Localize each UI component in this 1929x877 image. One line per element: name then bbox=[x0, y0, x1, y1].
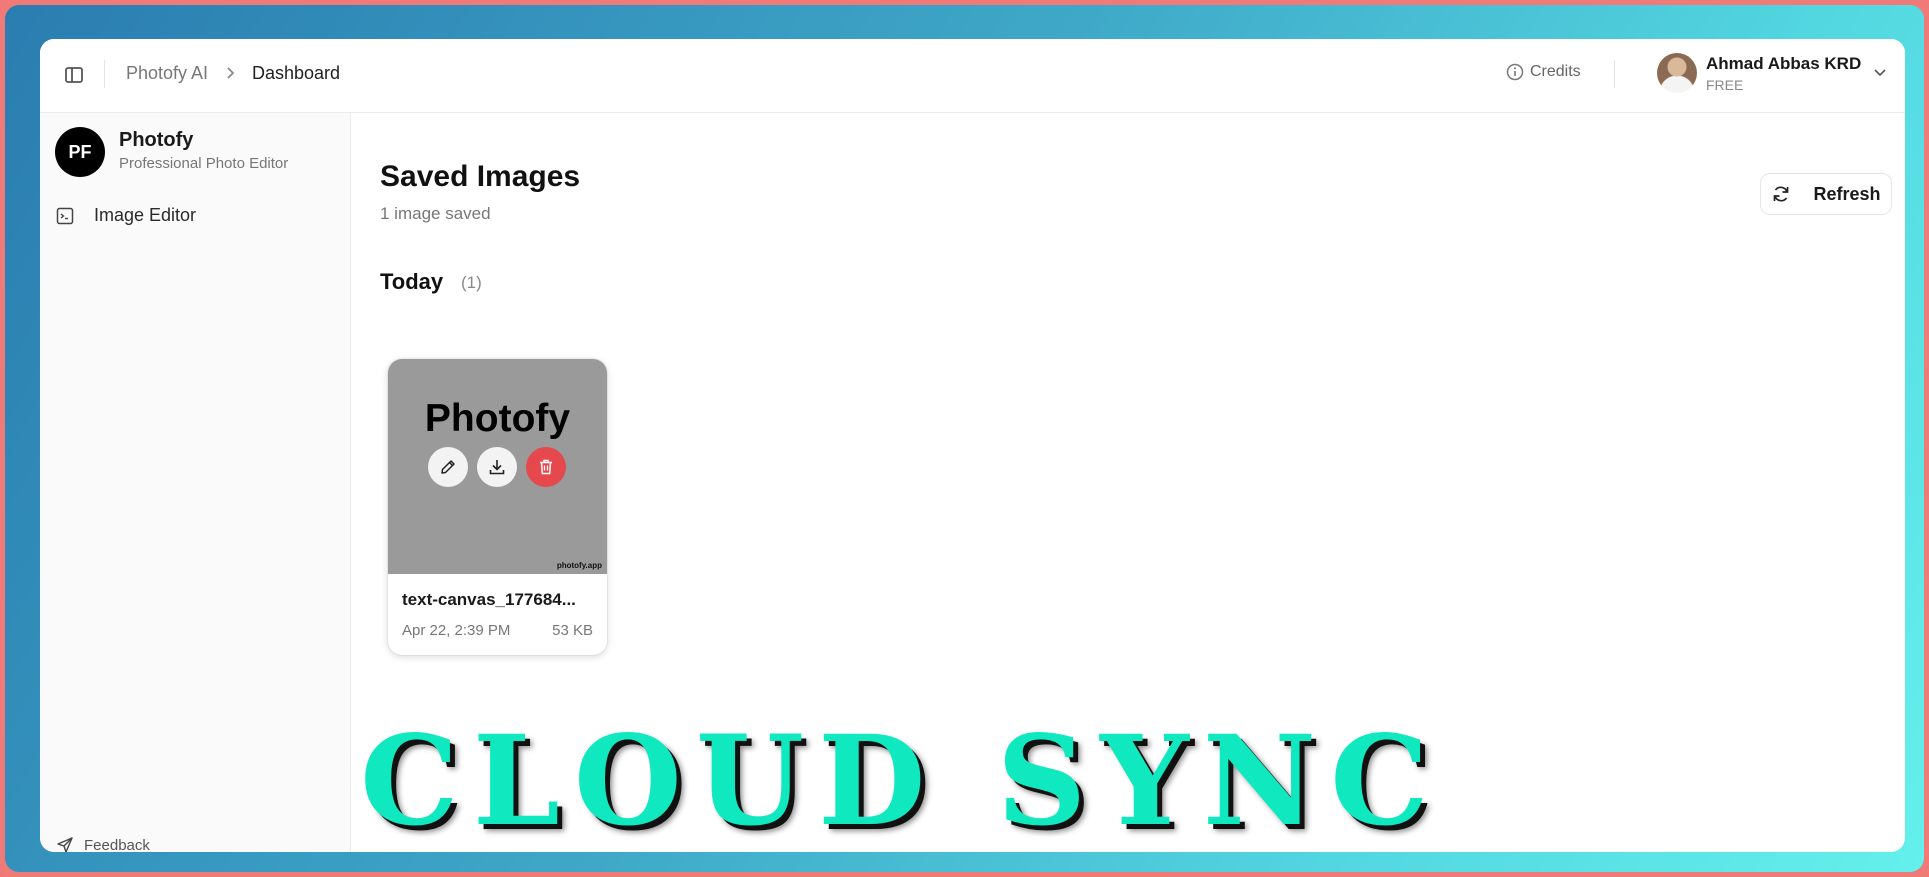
avatar[interactable] bbox=[1657, 53, 1697, 93]
top-bar: Photofy AI Dashboard Credits Ahmad Abbas… bbox=[40, 39, 1905, 113]
brand-subtitle: Professional Photo Editor bbox=[119, 155, 289, 172]
divider bbox=[104, 60, 105, 88]
file-size: 53 KB bbox=[552, 622, 593, 639]
download-button[interactable] bbox=[477, 447, 517, 487]
file-name: text-canvas_177684... bbox=[402, 590, 576, 609]
refresh-button[interactable]: Refresh bbox=[1760, 173, 1892, 215]
sidebar: PF Photofy Professional Photo Editor Ima… bbox=[40, 113, 351, 852]
sidebar-item-label: Image Editor bbox=[94, 205, 197, 225]
feedback-label: Feedback bbox=[84, 836, 150, 853]
refresh-label: Refresh bbox=[1813, 183, 1881, 204]
chevron-down-icon[interactable] bbox=[1872, 64, 1888, 80]
image-card[interactable]: Photofy photofy.app text-canvas_177684..… bbox=[388, 359, 607, 655]
sidebar-item-image-editor[interactable]: Image Editor bbox=[56, 205, 196, 226]
file-date: Apr 22, 2:39 PM bbox=[402, 622, 511, 639]
image-thumbnail[interactable]: Photofy photofy.app bbox=[388, 359, 607, 574]
watermark: photofy.app bbox=[556, 561, 602, 570]
image-editor-icon bbox=[56, 207, 74, 224]
user-plan: FREE bbox=[1706, 77, 1744, 93]
user-name: Ahmad Abbas KRD bbox=[1706, 54, 1862, 73]
page-subtitle: 1 image saved bbox=[380, 204, 491, 223]
sidebar-toggle-icon[interactable] bbox=[64, 65, 84, 85]
brand-logo: PF bbox=[55, 127, 105, 177]
promo-overlay-text: CLOUD SYNC bbox=[360, 709, 1443, 854]
feedback-button[interactable]: Feedback bbox=[56, 836, 150, 852]
credits-button[interactable]: Credits bbox=[1506, 63, 1581, 81]
group-title: Today bbox=[380, 269, 444, 294]
credits-label: Credits bbox=[1530, 63, 1581, 80]
info-icon bbox=[1506, 63, 1524, 81]
divider bbox=[1614, 60, 1615, 88]
delete-button[interactable] bbox=[526, 447, 566, 487]
trash-icon bbox=[540, 459, 552, 475]
group-count: (1) bbox=[461, 273, 482, 292]
breadcrumb-current: Dashboard bbox=[252, 63, 341, 83]
edit-button[interactable] bbox=[428, 447, 468, 487]
brand-name: Photofy bbox=[119, 129, 194, 151]
breadcrumb-root[interactable]: Photofy AI bbox=[126, 63, 208, 84]
chevron-right-icon bbox=[227, 67, 235, 79]
page-title: Saved Images bbox=[380, 160, 581, 193]
pencil-icon bbox=[441, 460, 455, 474]
thumbnail-text: Photofy bbox=[424, 397, 571, 440]
download-icon bbox=[489, 460, 505, 475]
refresh-icon bbox=[1774, 186, 1789, 202]
send-icon bbox=[57, 837, 73, 852]
